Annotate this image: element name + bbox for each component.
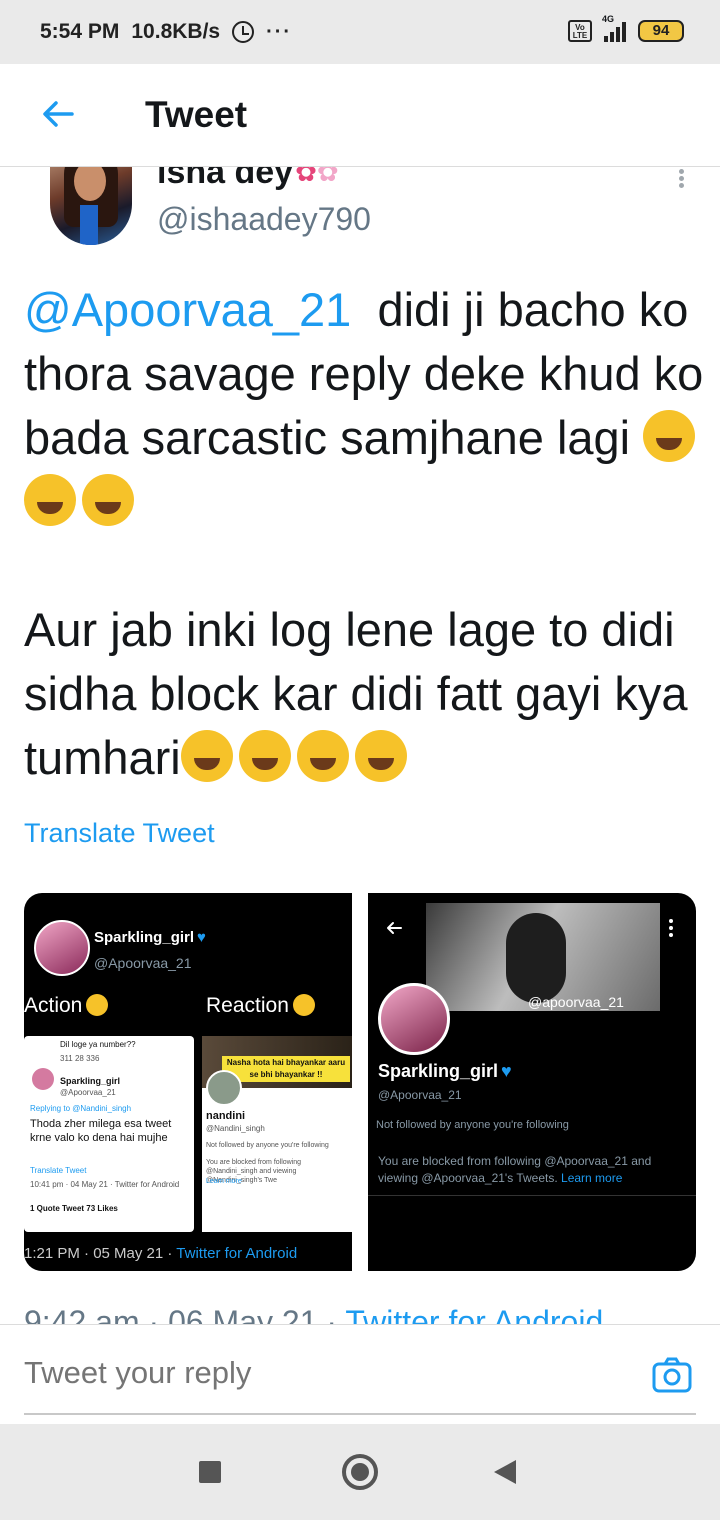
card-a-meta: 10:41 pm · 04 May 21 · Twitter for Andro…	[30, 1180, 180, 1189]
more-options-icon[interactable]	[676, 167, 686, 189]
tweet-source-link[interactable]: Twitter for Android	[345, 1304, 603, 1324]
hibiscus-icon: ✿	[295, 167, 317, 187]
status-bar: 5:54 PM 10.8KB/s ··· Vo LTE 4G 94	[0, 0, 720, 64]
home-icon[interactable]	[342, 1454, 378, 1490]
media-image-2[interactable]: @apoorvaa_21 Sparkling_girl ♥ @Apoorvaa_2…	[368, 893, 696, 1271]
media1-handle: @Apoorvaa_21	[94, 955, 192, 971]
rofl-emoji-icon	[24, 474, 76, 526]
reply-input[interactable]	[24, 1355, 584, 1391]
media2-handle: @Apoorvaa_21	[378, 1088, 462, 1102]
back-arrow-icon[interactable]	[38, 94, 78, 134]
system-back-icon[interactable]	[494, 1460, 516, 1484]
network-type: 4G	[602, 14, 615, 24]
media2-cover-handle: @apoorvaa_21	[528, 994, 624, 1010]
card-b-avatar	[206, 1070, 242, 1106]
card-a-name: Sparkling_girl	[60, 1076, 121, 1086]
media2-back-arrow-icon	[387, 922, 402, 934]
card-b-learn-more: Learn more	[206, 1178, 242, 1185]
media2-divider	[368, 1195, 696, 1196]
status-left: 5:54 PM 10.8KB/s ···	[40, 20, 292, 44]
rofl-emoji-icon	[82, 474, 134, 526]
card-a-replying: Replying to @Nandini_singh	[30, 1104, 132, 1113]
media1-name-row: Sparkling_girl ♥	[94, 929, 206, 946]
mention-link[interactable]: @Apoorvaa_21	[24, 283, 351, 336]
author-name-row[interactable]: isha dey ✿ ✿	[157, 167, 339, 192]
media2-name: Sparkling_girl	[378, 1061, 499, 1081]
card-a-handle: @Apoorvaa_21	[60, 1088, 116, 1097]
tweet-author: isha dey ✿ ✿ @ishaadey790	[0, 167, 720, 267]
cherry-blossom-icon: ✿	[316, 167, 339, 187]
laughing-emoji-icon	[296, 730, 349, 782]
card-a-stats: 1 Quote Tweet 73 Likes	[30, 1204, 118, 1213]
more-notifications-icon: ···	[266, 20, 293, 43]
media2-avatar	[378, 983, 450, 1055]
author-handle: @ishaadey790	[157, 201, 371, 237]
author-name: isha dey	[157, 167, 294, 191]
card-b-banner: Nasha hota hai bhayankar aaru se bhi bha…	[222, 1056, 350, 1082]
page-title: Tweet	[145, 94, 248, 135]
card-a-body: Thoda zher milega esa tweet krne valo ko…	[30, 1118, 172, 1144]
media2-name-row: Sparkling_girl ♥	[378, 1061, 512, 1082]
tweet-timestamp-row: 9:42 am · 06 May 21 · Twitter for Androi…	[0, 1294, 720, 1324]
media2-follow-text: Not followed by anyone you're following	[376, 1119, 569, 1131]
media1-card-reaction: Nasha hota hai bhayankar aaru se bhi bha…	[202, 1036, 352, 1232]
app-header: Tweet	[0, 64, 720, 167]
camera-icon[interactable]	[652, 1357, 692, 1393]
blue-heart-icon: ♥	[197, 929, 206, 946]
media1-action-label: Action	[24, 994, 109, 1018]
translate-tweet-link[interactable]: Translate Tweet	[24, 818, 215, 849]
status-right: Vo LTE 4G 94	[568, 14, 684, 42]
alarm-icon	[232, 21, 255, 43]
network-speed: 10.8KB/s	[131, 20, 221, 43]
status-time: 5:54 PM	[40, 20, 120, 43]
card-a-top-text: Dil loge ya number??	[60, 1040, 136, 1049]
reply-underline	[24, 1413, 696, 1415]
card-a-translate: Translate Tweet	[30, 1166, 87, 1175]
laughing-emoji-icon	[238, 730, 291, 782]
card-b-follow: Not followed by anyone you're following	[206, 1142, 329, 1149]
media1-avatar	[34, 920, 90, 976]
media1-card-action: Dil loge ya number?? 311 28 336 Sparklin…	[24, 1036, 194, 1232]
media-image-1[interactable]: Sparkling_girl ♥ @Apoorvaa_21 Action Reac…	[24, 893, 352, 1271]
signal-icon: 4G	[602, 14, 626, 42]
card-a-avatar	[32, 1068, 54, 1090]
author-avatar[interactable]	[50, 167, 132, 245]
system-nav-bar	[0, 1424, 720, 1520]
reply-bar	[0, 1324, 720, 1424]
media2-more-icon	[669, 919, 675, 939]
triumph-emoji-icon	[180, 730, 233, 782]
card-b-handle: @Nandini_singh	[206, 1124, 265, 1133]
rofl-emoji-icon	[354, 730, 407, 782]
tweet-text: @Apoorvaa_21 didi ji bacho ko thora sava…	[24, 278, 704, 790]
rofl-emoji-icon	[643, 410, 696, 462]
recents-icon[interactable]	[199, 1461, 221, 1483]
card-a-top-stats: 311 28 336	[60, 1054, 100, 1063]
tweet-timestamp: 9:42 am · 06 May 21 · Twitter for Androi…	[24, 1304, 603, 1324]
battery-icon: 94	[638, 20, 684, 42]
hushed-emoji-icon	[86, 994, 109, 1016]
media1-reaction-label: Reaction	[206, 994, 315, 1018]
media1-footer: 1:21 PM · 05 May 21 · Twitter for Androi…	[24, 1245, 298, 1262]
media1-name: Sparkling_girl	[94, 929, 195, 946]
volte-icon: Vo LTE	[568, 20, 592, 42]
blue-heart-icon: ♥	[501, 1061, 512, 1081]
joy-emoji-icon	[292, 994, 315, 1016]
media2-blocked-text: You are blocked from following @Apoorvaa…	[378, 1154, 652, 1185]
media2-learn-more: Learn more	[561, 1171, 623, 1185]
card-b-name: nandini	[206, 1110, 246, 1122]
